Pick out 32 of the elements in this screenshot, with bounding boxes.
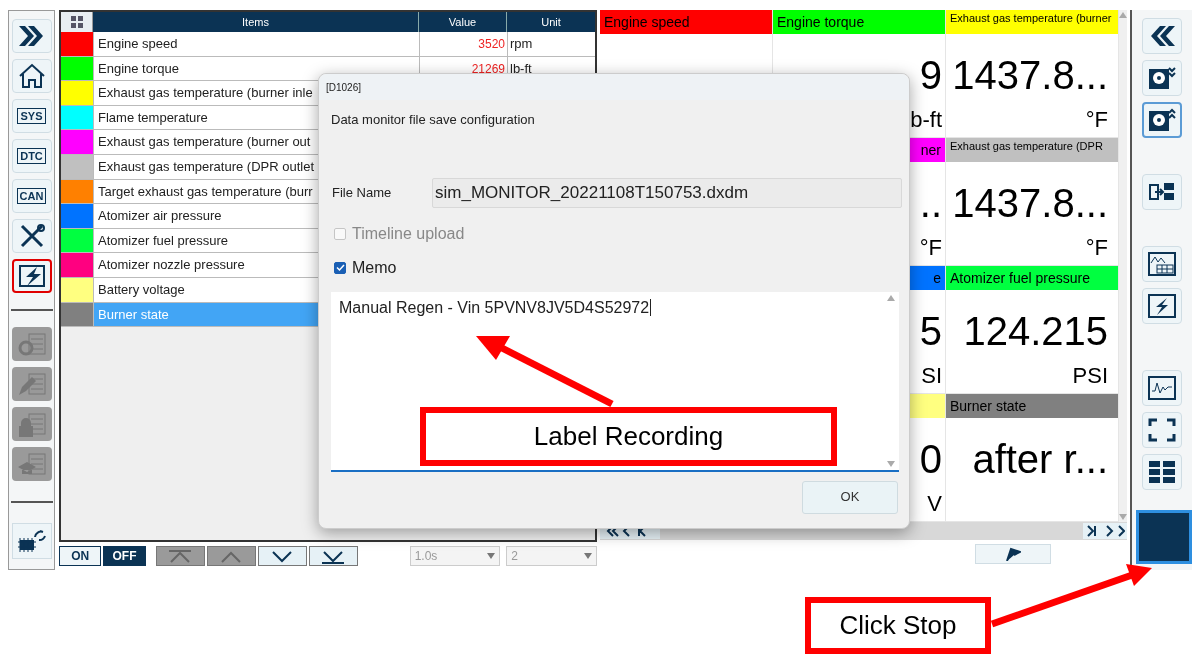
tile-unit: °F [1085,107,1108,133]
column-header: Unit [540,14,562,30]
callout-label: Label Recording [420,407,837,466]
checkbox-label: Memo [352,257,397,278]
tile-unit: V [927,491,942,517]
tile-value: 124.215 [963,308,1108,354]
tile-value: 5 [919,308,942,354]
tile-unit: °F [1085,235,1108,261]
tile-unit: b-ft [910,107,942,133]
tile-title: Engine torque [777,12,865,32]
tile-unit: SI [921,363,942,389]
callout-label: Click Stop [805,597,991,654]
tile-unit: PSI [1072,363,1108,389]
tile-unit: °F [919,235,942,261]
tile-title: Engine speed [604,12,690,32]
tile-value: 0 [919,436,942,482]
tile-title: Exhaust gas temperature (DPR [950,139,1103,154]
tile-value: 9 [919,52,942,98]
tile-title: Exhaust gas temperature (burner [950,11,1112,26]
table-cell: 3520 [419,32,507,56]
tile-title: Burner state [950,396,1027,416]
tile-title: ner [920,140,941,160]
table-cell: rpm [507,32,595,56]
tile-value: after r... [972,436,1108,482]
tile-title: e [933,268,941,288]
table-cell: Engine speed [93,32,419,56]
tile-value: 1437.8... [952,52,1108,98]
tile-title: Atomizer fuel pressure [950,268,1091,288]
tile-value: .. [919,180,942,226]
tile-value: 1437.8... [952,180,1108,226]
dialog-title: [D1026] [326,80,362,95]
field-label: File Name [332,183,393,202]
